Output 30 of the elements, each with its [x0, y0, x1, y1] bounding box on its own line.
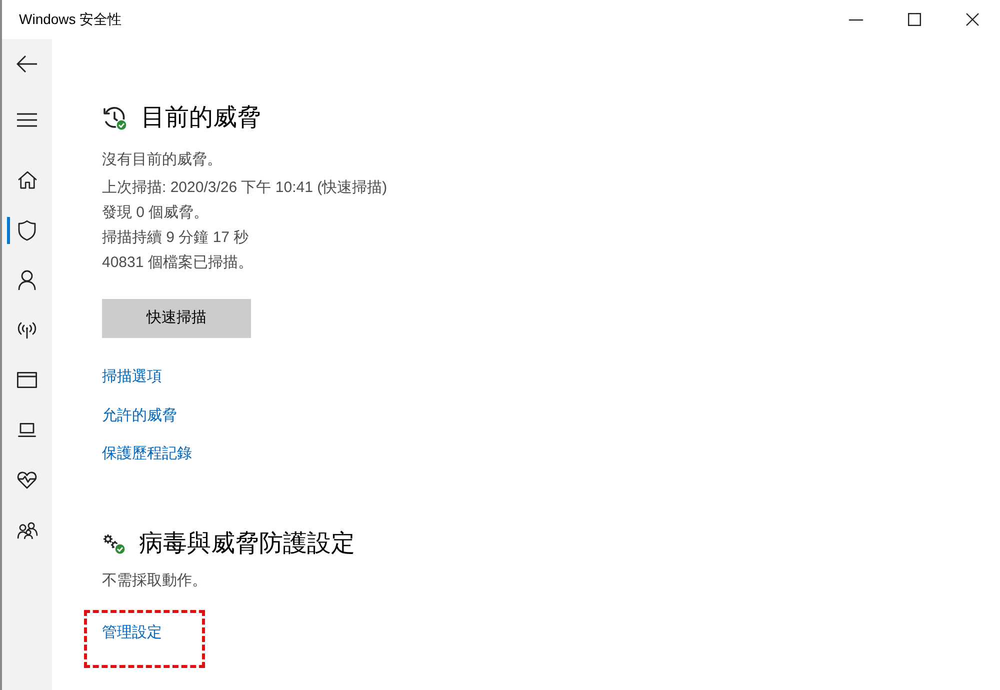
- selection-indicator: [7, 217, 10, 244]
- quick-scan-button[interactable]: 快速掃描: [102, 299, 251, 338]
- laptop-icon: [18, 423, 36, 437]
- section-heading: 病毒與威脅防護設定: [139, 529, 355, 559]
- browser-window-icon: [17, 372, 37, 388]
- settings-link[interactable]: 掃描選項: [102, 364, 162, 389]
- back-arrow-icon: [16, 55, 38, 73]
- home-icon: [18, 171, 36, 189]
- family-icon: [16, 522, 38, 538]
- settings-link[interactable]: 允許的威脅: [102, 402, 177, 428]
- scan-detail-text: 40831 個檔案已掃描。: [102, 253, 253, 273]
- gears-check-icon: [103, 534, 126, 554]
- window-title: Windows 安全性: [19, 10, 122, 29]
- menu-icon: [17, 113, 37, 127]
- scan-detail-text: 發現 0 個威脅。: [102, 203, 209, 223]
- scan-detail-text: 掃描持續 9 分鐘 17 秒: [102, 228, 249, 248]
- person-icon: [18, 270, 36, 290]
- minimize-icon: [849, 18, 863, 20]
- maximize-icon: [908, 13, 920, 26]
- section-heading: 目前的威脅: [141, 103, 261, 133]
- settings-link[interactable]: 保護歷程記錄: [102, 441, 192, 466]
- close-icon: [966, 13, 978, 26]
- settings-link[interactable]: 管理設定: [102, 620, 162, 645]
- heart-pulse-icon: [17, 471, 37, 489]
- status-text: 沒有目前的威脅。: [102, 150, 222, 170]
- history-check-icon: [103, 106, 128, 130]
- status-text: 不需採取動作。: [102, 571, 207, 591]
- shield-icon: [18, 220, 36, 240]
- antenna-icon: [17, 321, 37, 339]
- scan-detail-text: 上次掃描: 2020/3/26 下午 10:41 (快速掃描): [102, 178, 388, 198]
